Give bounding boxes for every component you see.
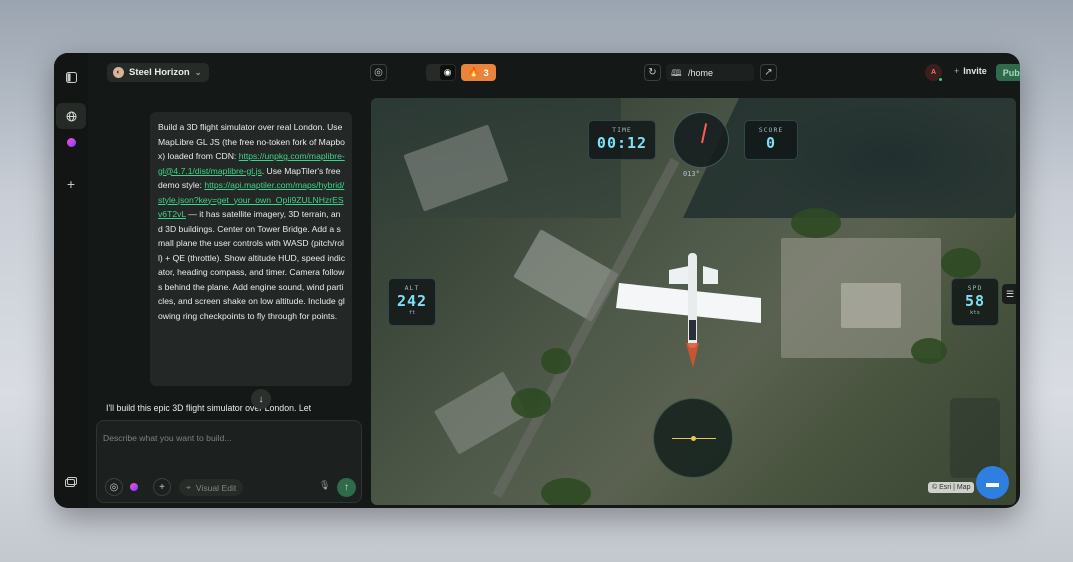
attitude-indicator [653, 398, 733, 478]
chevron-down-icon: ⌄ [194, 68, 202, 77]
new-project-plus-icon[interactable]: + [61, 174, 81, 194]
tree-cluster [511, 388, 551, 418]
target-icon[interactable]: ◎ [105, 478, 123, 496]
invite-button[interactable]: + Invite [954, 66, 987, 76]
score-label: SCORE [758, 126, 784, 134]
tree-cluster [541, 348, 571, 374]
score-value: 0 [765, 134, 777, 152]
composer-placeholder[interactable]: Describe what you want to build... [103, 433, 232, 443]
app-window: + ◐ Steel Horizon ⌄ ◎ ◉ 🔥 3 ↻ 🕮 /home ↗ … [54, 53, 1020, 508]
left-rail: + [54, 53, 88, 508]
streak-badge[interactable]: 🔥 3 [461, 64, 496, 81]
route-input[interactable]: 🕮 /home [666, 64, 754, 81]
timer-hud: TIME 00:12 [588, 120, 656, 160]
speed-value: 58 [964, 292, 986, 310]
tag-icon: ⌖ [186, 482, 191, 492]
user-prompt-message: Build a 3D flight simulator over real Lo… [150, 112, 352, 386]
open-external-icon[interactable]: ↗ [760, 64, 777, 81]
prompt-text-3: — it has satellite imagery, 3D terrain, … [158, 209, 345, 321]
online-status-dot [938, 77, 943, 82]
flight-sim-preview[interactable]: TIME 00:12 013° SCORE 0 ALT 242 ft SPD 5… [371, 98, 1016, 505]
project-switcher[interactable]: ◐ Steel Horizon ⌄ [107, 63, 210, 82]
settings-target-icon[interactable]: ◎ [370, 64, 387, 81]
publish-button[interactable]: Publish [996, 64, 1020, 81]
time-value: 00:12 [596, 134, 648, 152]
eye-icon[interactable]: ◉ [440, 65, 455, 80]
streak-count: 3 [483, 67, 489, 78]
filter-panel-icon[interactable]: ☰ [1002, 284, 1016, 304]
speed-unit: kts [970, 310, 980, 316]
plus-icon: + [954, 66, 960, 76]
book-icon: 🕮 [671, 68, 682, 78]
visual-edit-button[interactable]: ⌖ Visual Edit [179, 479, 244, 496]
compass-needle [701, 123, 708, 144]
map-attribution[interactable]: © Esri | Map [928, 482, 975, 493]
heading-compass [673, 112, 729, 168]
view-mode-toggle[interactable]: ◉ [426, 64, 456, 81]
project-logo-icon: ◐ [113, 67, 124, 78]
project-name: Steel Horizon [129, 67, 190, 78]
sidebar-toggle-icon[interactable] [61, 67, 81, 87]
tree-cluster [791, 208, 841, 238]
assistant-reply-preview: I'll build this epic 3D flight simulator… [106, 403, 312, 413]
time-label: TIME [612, 126, 632, 134]
invite-label: Invite [963, 66, 987, 76]
gallery-icon[interactable] [61, 472, 81, 492]
player-plane [616, 253, 761, 368]
tree-cluster [541, 478, 591, 505]
tree-cluster [941, 248, 981, 278]
chat-panel: Build a 3D flight simulator over real Lo… [88, 91, 398, 508]
send-button[interactable]: ↑ [337, 478, 356, 497]
model-avatar-icon[interactable] [125, 478, 143, 496]
river-thames [683, 98, 1016, 218]
avatar-initial: A [930, 69, 937, 76]
altitude-label: ALT [404, 284, 420, 292]
agent-avatar-icon[interactable] [61, 132, 81, 152]
avatar[interactable]: A [925, 64, 943, 82]
altitude-unit: ft [408, 310, 416, 316]
support-chat-icon[interactable]: ▬ [976, 466, 1009, 499]
building-block [433, 371, 529, 455]
visual-edit-label: Visual Edit [195, 482, 237, 493]
globe-icon[interactable] [56, 103, 86, 129]
altitude-hud: ALT 242 ft [388, 278, 436, 326]
heading-readout: 013° [683, 170, 700, 178]
building-block [513, 229, 619, 322]
refresh-icon[interactable]: ↻ [644, 64, 661, 81]
prompt-composer[interactable]: Describe what you want to build... ◎ + ⌖… [96, 420, 362, 503]
tree-cluster [911, 338, 947, 364]
score-hud: SCORE 0 [744, 120, 798, 160]
scroll-to-bottom-button[interactable]: ↓ [251, 389, 271, 409]
attitude-center-dot [691, 436, 696, 441]
top-bar: ◐ Steel Horizon ⌄ ◎ ◉ 🔥 3 ↻ 🕮 /home ↗ A … [88, 53, 1020, 91]
attach-plus-icon[interactable]: + [153, 478, 171, 496]
altitude-value: 242 [396, 292, 428, 310]
white-tower [841, 283, 901, 328]
route-path: /home [688, 67, 714, 78]
microphone-icon[interactable]: 🎙 [319, 480, 330, 491]
speed-hud: SPD 58 kts [951, 278, 999, 326]
fire-icon: 🔥 [468, 67, 480, 77]
speed-label: SPD [967, 284, 983, 292]
